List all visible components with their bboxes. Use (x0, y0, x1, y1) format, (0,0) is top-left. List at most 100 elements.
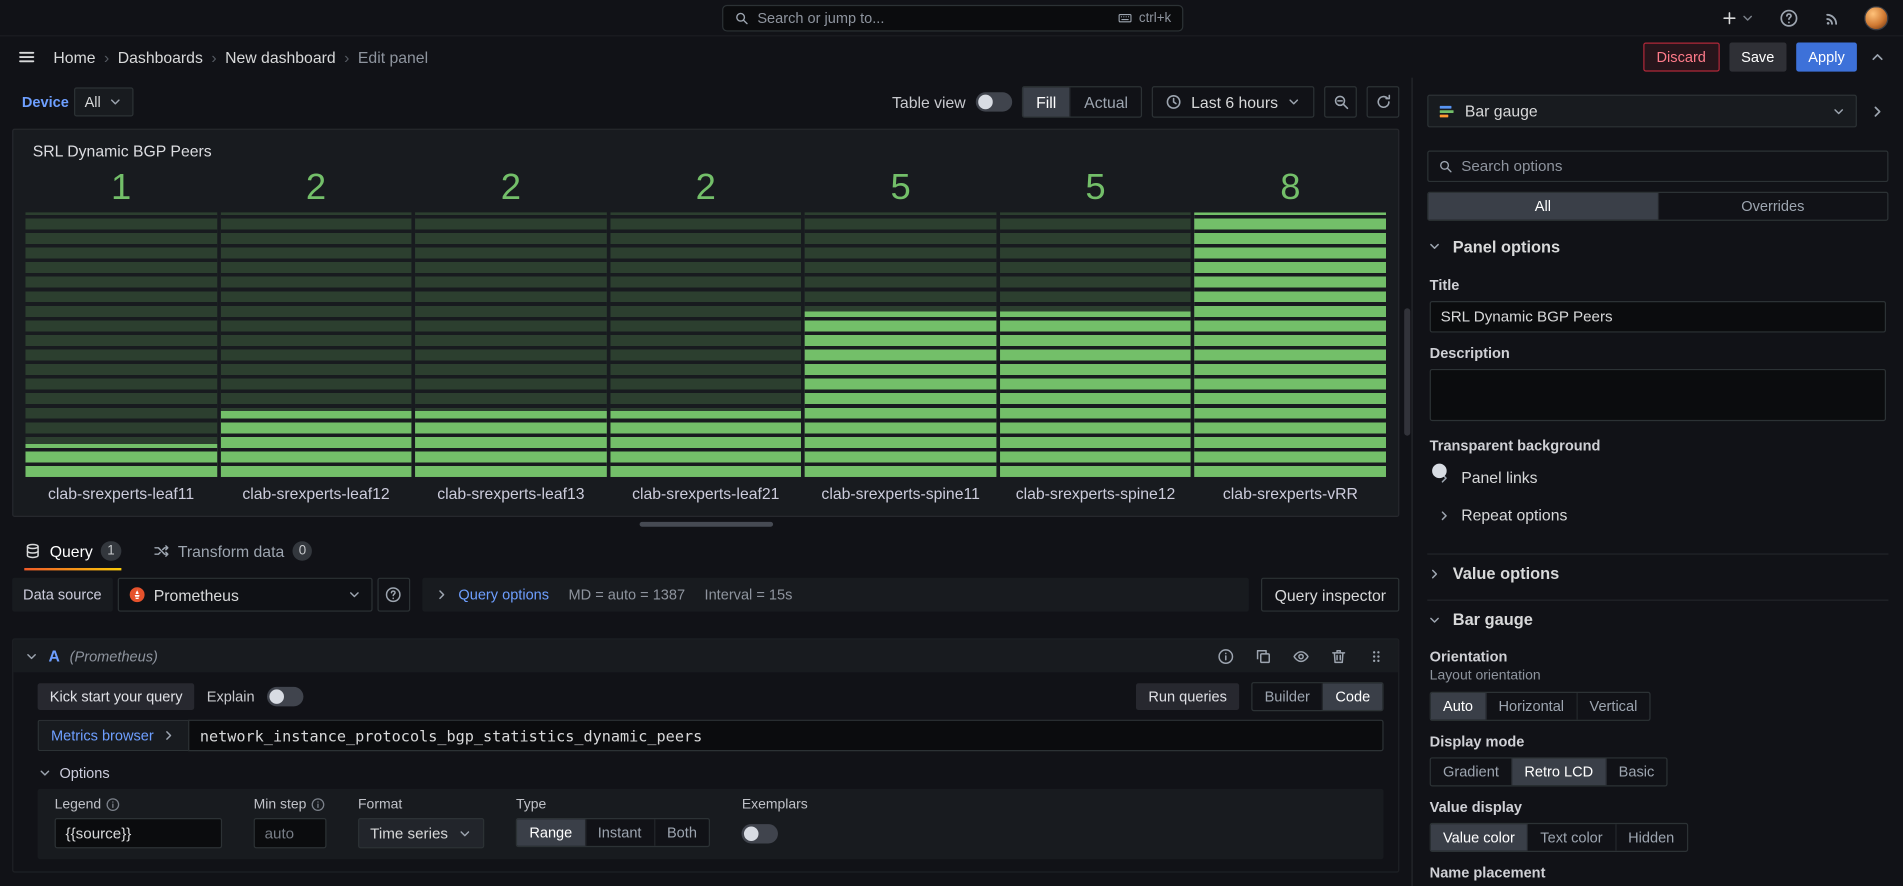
panel-resize-handle[interactable] (12, 517, 1399, 532)
gauge-label: clab-srexperts-leaf21 (610, 477, 801, 504)
option-auto[interactable]: Auto (1431, 693, 1486, 720)
gauge-value: 2 (610, 167, 801, 211)
search-shortcut: ctrl+k (1118, 11, 1171, 26)
option-code[interactable]: Code (1323, 683, 1382, 710)
tab-transform[interactable]: Transform data 0 (152, 532, 312, 571)
chevron-down-icon (458, 826, 473, 841)
panel-description-input[interactable] (1430, 369, 1886, 421)
breadcrumb-item[interactable]: New dashboard (225, 48, 336, 66)
format-select[interactable]: Time series (358, 818, 484, 848)
device-variable-select[interactable]: All (74, 87, 134, 116)
option-both[interactable]: Both (655, 819, 709, 846)
max-data-points-info: MD = auto = 1387 (569, 586, 686, 603)
query-expression-input[interactable]: network_instance_protocols_bgp_statistic… (188, 720, 1384, 752)
search-input[interactable]: Search or jump to... ctrl+k (722, 5, 1183, 32)
panel-links-label: Panel links (1461, 468, 1537, 486)
datasource-help-button[interactable] (377, 578, 410, 612)
option-value-color[interactable]: Value color (1431, 824, 1528, 851)
table-view-toggle[interactable] (975, 92, 1011, 111)
query-help-button[interactable] (1215, 645, 1237, 667)
options-search-input[interactable]: Search options (1427, 150, 1888, 182)
legend-label: Legend (55, 797, 102, 812)
query-options-toggle[interactable]: Query options MD = auto = 1387 Interval … (422, 578, 1249, 612)
device-variable-value: All (85, 93, 101, 110)
option-basic[interactable]: Basic (1607, 759, 1667, 786)
collapse-header-button[interactable] (1867, 46, 1889, 68)
query-row-actions (1215, 645, 1387, 667)
zoom-out-button[interactable] (1324, 86, 1357, 118)
option-vertical[interactable]: Vertical (1577, 693, 1649, 720)
news-button[interactable] (1820, 5, 1844, 29)
metrics-browser-button[interactable]: Metrics browser (38, 720, 188, 752)
title-label: Title (1430, 277, 1886, 294)
bar-gauge-section-header[interactable]: Bar gauge (1427, 600, 1888, 636)
edit-actions: Discard Save Apply (1643, 42, 1888, 71)
legend-field: Legend (55, 797, 222, 848)
option-fill[interactable]: Fill (1023, 87, 1071, 116)
database-icon (24, 543, 41, 560)
chevron-down-icon (38, 766, 53, 781)
orientation-description: Layout orientation (1430, 669, 1886, 684)
transform-count-badge: 0 (293, 541, 313, 560)
remove-query-button[interactable] (1328, 645, 1350, 667)
option-instant[interactable]: Instant (586, 819, 655, 846)
viz-name: Bar gauge (1465, 102, 1538, 120)
repeat-options-label: Repeat options (1461, 506, 1567, 524)
datasource-picker[interactable]: Prometheus (117, 578, 372, 612)
option-range[interactable]: Range (517, 819, 585, 846)
gauge-column: 2clab-srexperts-leaf12 (220, 167, 411, 503)
gauge-column: 8clab-srexperts-vRR (1195, 167, 1386, 503)
apply-button[interactable]: Apply (1796, 42, 1857, 71)
explain-toggle[interactable] (267, 687, 303, 706)
option-retro-lcd[interactable]: Retro LCD (1512, 759, 1606, 786)
main-scrollbar[interactable] (1404, 308, 1410, 435)
query-a-header[interactable]: A (Prometheus) (13, 640, 1398, 673)
option-text-color[interactable]: Text color (1528, 824, 1616, 851)
breadcrumb-item[interactable]: Edit panel (358, 48, 428, 66)
drag-query-handle[interactable] (1365, 645, 1387, 667)
option-actual[interactable]: Actual (1071, 87, 1142, 116)
panel-title-input[interactable] (1430, 301, 1886, 333)
grafana-logo[interactable] (15, 3, 44, 32)
query-options-collapse[interactable]: Options (38, 765, 1384, 782)
chevron-down-icon (1427, 612, 1442, 627)
view-controls: Table view FillActual Last 6 hours (892, 86, 1399, 118)
panel-options-section-header[interactable]: Panel options (1427, 228, 1888, 264)
exemplars-toggle[interactable] (742, 824, 778, 843)
time-range-picker[interactable]: Last 6 hours (1152, 86, 1314, 118)
option-hidden[interactable]: Hidden (1616, 824, 1686, 851)
option-all[interactable]: All (1428, 193, 1658, 220)
repeat-options-section[interactable]: Repeat options (1437, 499, 1888, 532)
option-gradient[interactable]: Gradient (1431, 759, 1512, 786)
menu-toggle-button[interactable] (15, 45, 39, 69)
refresh-button[interactable] (1367, 86, 1400, 118)
kick-start-button[interactable]: Kick start your query (38, 683, 195, 710)
new-menu-button[interactable] (1719, 7, 1758, 29)
gauge-bar (1000, 212, 1191, 477)
legend-input[interactable] (55, 818, 222, 848)
value-options-section-header[interactable]: Value options (1427, 553, 1888, 589)
breadcrumb-item[interactable]: Dashboards (118, 48, 203, 66)
run-queries-button[interactable]: Run queries (1136, 683, 1239, 710)
save-button[interactable]: Save (1729, 42, 1786, 71)
breadcrumb-item[interactable]: Home (53, 48, 95, 66)
collapse-options-button[interactable] (1867, 100, 1889, 122)
viz-picker[interactable]: Bar gauge (1427, 95, 1857, 128)
query-expression: network_instance_protocols_bgp_statistic… (200, 726, 702, 744)
chevron-right-icon (1427, 566, 1442, 581)
query-inspector-button[interactable]: Query inspector (1261, 578, 1399, 612)
user-avatar[interactable] (1864, 5, 1888, 29)
option-horizontal[interactable]: Horizontal (1486, 693, 1577, 720)
discard-button[interactable]: Discard (1643, 42, 1719, 71)
duplicate-query-button[interactable] (1252, 645, 1274, 667)
min-step-input[interactable] (254, 818, 327, 848)
keyboard-icon (1118, 11, 1133, 26)
option-overrides[interactable]: Overrides (1658, 193, 1887, 220)
option-builder[interactable]: Builder (1252, 683, 1323, 710)
gauge-bar (805, 212, 996, 477)
hide-query-button[interactable] (1290, 645, 1312, 667)
help-button[interactable] (1777, 5, 1801, 29)
query-options-label: Query options (458, 586, 549, 603)
tab-query[interactable]: Query 1 (24, 532, 121, 571)
panel-links-section[interactable]: Panel links (1437, 461, 1888, 494)
